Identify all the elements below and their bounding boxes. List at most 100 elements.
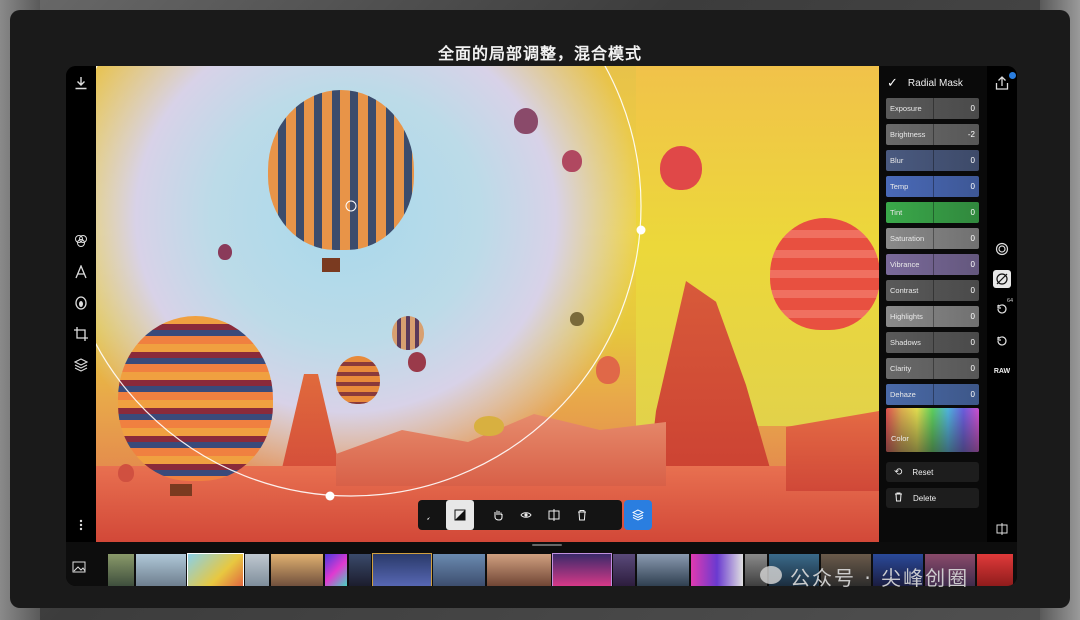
crop-icon[interactable] xyxy=(72,325,90,343)
slider-label: Blur xyxy=(890,156,904,165)
slider-value: 0 xyxy=(970,312,975,321)
right-toolbar: 64 RAW xyxy=(987,66,1017,542)
presentation-frame: 全面的局部调整，混合模式 ✓ Radial Mask Exposure 0 Br… xyxy=(10,10,1070,608)
eye-icon[interactable] xyxy=(512,500,540,530)
slider-dehaze[interactable]: Dehaze 0 xyxy=(886,384,979,405)
retouch-icon[interactable] xyxy=(72,294,90,312)
history-count: 64 xyxy=(1007,298,1014,304)
photo-canvas[interactable] xyxy=(96,66,879,542)
photo-thumbnail[interactable] xyxy=(136,554,186,586)
mask-toolbar xyxy=(418,500,622,530)
mask-radius-handle xyxy=(636,225,646,235)
slider-label: Contrast xyxy=(890,286,919,295)
photo-thumbnail[interactable] xyxy=(977,554,1013,586)
mask-layers-icon[interactable] xyxy=(624,500,652,530)
photo-thumbnail[interactable] xyxy=(691,554,743,586)
mask-center-handle xyxy=(345,200,357,212)
slider-vibrance[interactable]: Vibrance 0 xyxy=(886,254,979,275)
photo-thumbnail[interactable] xyxy=(325,554,347,586)
slider-label: Brightness xyxy=(890,130,926,139)
slider-label: Saturation xyxy=(890,234,925,243)
slider-center-mark xyxy=(933,202,934,223)
slider-temp[interactable]: Temp 0 xyxy=(886,176,979,197)
photo-thumbnail[interactable] xyxy=(552,553,612,586)
slider-value: 0 xyxy=(970,260,975,269)
photo-thumbnail[interactable] xyxy=(372,553,432,586)
slider-clarity[interactable]: Clarity 0 xyxy=(886,358,979,379)
slider-center-mark xyxy=(933,280,934,301)
slider-center-mark xyxy=(933,254,934,275)
radial-mask-icon[interactable] xyxy=(993,270,1011,288)
layers-icon[interactable] xyxy=(72,356,90,374)
radial-mask-overlay[interactable] xyxy=(96,66,879,542)
slider-contrast[interactable]: Contrast 0 xyxy=(886,280,979,301)
photo-thumbnail[interactable] xyxy=(487,554,551,586)
slider-value: -2 xyxy=(967,130,975,139)
photo-thumbnail[interactable] xyxy=(613,554,635,586)
photo-thumbnail[interactable] xyxy=(349,554,371,586)
reset-button[interactable]: ⟲ Reset xyxy=(886,462,979,482)
undo-icon[interactable] xyxy=(993,332,1011,350)
panel-header: ✓ Radial Mask xyxy=(887,74,963,92)
photo-thumbnail[interactable] xyxy=(637,554,689,586)
photo-thumbnail-selected[interactable] xyxy=(187,553,244,586)
slider-center-mark xyxy=(933,384,934,405)
slider-tint[interactable]: Tint 0 xyxy=(886,202,979,223)
slider-center-mark xyxy=(933,124,934,145)
slider-label: Temp xyxy=(890,182,909,191)
slider-label: Clarity xyxy=(890,364,912,373)
panel-title: Radial Mask xyxy=(907,77,963,89)
delete-label: Delete xyxy=(913,493,937,503)
slider-center-mark xyxy=(933,150,934,171)
photo-thumbnail[interactable] xyxy=(433,554,485,586)
photo-thumbnail[interactable] xyxy=(108,554,134,586)
confirm-check-icon[interactable]: ✓ xyxy=(887,75,898,91)
photo-thumbnail[interactable] xyxy=(245,554,269,586)
slider-value: 0 xyxy=(970,286,975,295)
slider-shadows[interactable]: Shadows 0 xyxy=(886,332,979,353)
color-picker[interactable]: Color xyxy=(886,408,979,452)
notification-badge xyxy=(1009,72,1016,79)
slider-value: 0 xyxy=(970,182,975,191)
slider-center-mark xyxy=(933,332,934,353)
slider-blur[interactable]: Blur 0 xyxy=(886,150,979,171)
reset-label: Reset xyxy=(912,467,934,477)
delete-button[interactable]: Delete xyxy=(886,488,979,508)
slider-center-mark xyxy=(933,98,934,119)
slider-exposure[interactable]: Exposure 0 xyxy=(886,98,979,119)
slider-center-mark xyxy=(933,228,934,249)
slider-saturation[interactable]: Saturation 0 xyxy=(886,228,979,249)
color-label: Color xyxy=(891,434,909,443)
gallery-icon[interactable] xyxy=(72,560,88,576)
text-icon[interactable] xyxy=(72,263,90,281)
slider-label: Highlights xyxy=(890,312,923,321)
hand-icon[interactable] xyxy=(484,500,512,530)
slider-label: Vibrance xyxy=(890,260,920,269)
slider-label: Dehaze xyxy=(890,390,916,399)
mask-radius-handle xyxy=(325,491,335,501)
slider-center-mark xyxy=(933,306,934,327)
mask-tool-icon[interactable] xyxy=(993,240,1011,258)
slider-center-mark xyxy=(933,358,934,379)
slider-label: Exposure xyxy=(890,104,922,113)
brush-icon[interactable] xyxy=(418,500,446,530)
raw-toggle[interactable]: RAW xyxy=(993,362,1011,380)
download-icon[interactable] xyxy=(72,74,90,92)
slider-brightness[interactable]: Brightness -2 xyxy=(886,124,979,145)
slider-center-mark xyxy=(933,176,934,197)
wechat-logo-icon xyxy=(760,566,782,584)
trash-icon[interactable] xyxy=(568,500,596,530)
reset-icon: ⟲ xyxy=(894,466,903,478)
compare-icon[interactable] xyxy=(540,500,568,530)
more-icon[interactable] xyxy=(72,516,90,534)
filmstrip-handle[interactable] xyxy=(532,544,562,546)
palette-icon[interactable] xyxy=(72,232,90,250)
adjustment-panel: ✓ Radial Mask Exposure 0 Brightness -2 Blur 0… xyxy=(879,66,987,542)
slider-value: 0 xyxy=(970,390,975,399)
slider-value: 0 xyxy=(970,338,975,347)
slider-highlights[interactable]: Highlights 0 xyxy=(886,306,979,327)
compare-split-icon[interactable] xyxy=(993,520,1011,538)
invert-mask-icon[interactable] xyxy=(446,500,474,530)
slider-value: 0 xyxy=(970,104,975,113)
photo-thumbnail[interactable] xyxy=(271,554,323,586)
